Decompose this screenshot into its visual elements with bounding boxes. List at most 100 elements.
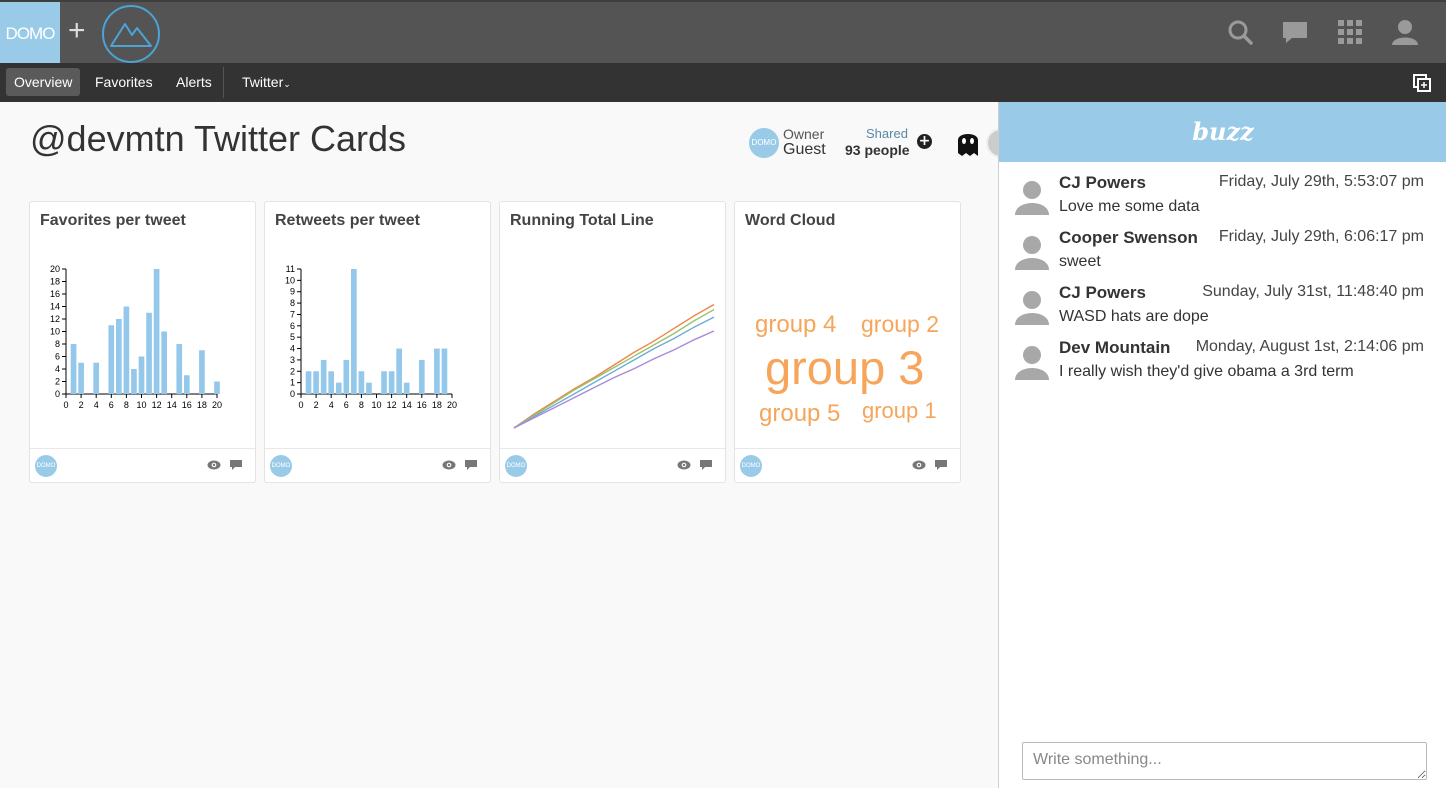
y-tick-label: 14 xyxy=(50,302,60,312)
card-word-cloud[interactable]: Word Cloud group 4 group 2 group 3 group… xyxy=(734,201,961,483)
bar xyxy=(108,325,115,394)
y-tick-label: 16 xyxy=(50,289,60,299)
domo-badge[interactable]: DOMO xyxy=(35,455,57,477)
bar xyxy=(434,348,440,394)
y-tick-label: 20 xyxy=(50,264,60,274)
add-share-button[interactable]: + xyxy=(917,134,932,149)
message-time: Sunday, July 31st, 11:48:40 pm xyxy=(1202,283,1424,300)
y-tick-label: 2 xyxy=(55,377,60,387)
eye-icon[interactable] xyxy=(677,460,691,470)
tab-favorites[interactable]: Favorites xyxy=(87,68,161,96)
y-tick-label: 5 xyxy=(290,332,295,342)
tab-twitter-dropdown[interactable]: Twitter⌄ xyxy=(234,68,299,96)
comment-icon[interactable] xyxy=(934,459,948,471)
y-tick-label: 3 xyxy=(290,355,295,365)
y-tick-label: 11 xyxy=(286,264,295,274)
tab-alerts[interactable]: Alerts xyxy=(168,68,220,96)
message-author[interactable]: CJ Powers xyxy=(1059,283,1146,303)
card-footer: DOMO xyxy=(500,448,725,482)
x-tick-label: 20 xyxy=(447,400,457,410)
nav-bar: Overview Favorites Alerts Twitter⌄ xyxy=(0,63,1446,102)
x-tick-label: 10 xyxy=(371,400,381,410)
x-tick-label: 18 xyxy=(197,400,207,410)
card-title: Favorites per tweet xyxy=(40,212,186,229)
bar xyxy=(335,382,342,394)
card-title: Retweets per tweet xyxy=(275,212,420,229)
bar xyxy=(343,359,350,394)
tab-overview[interactable]: Overview xyxy=(6,68,81,96)
x-tick-label: 14 xyxy=(167,400,177,410)
card-favorites-per-tweet[interactable]: Favorites per tweet 0 2 4 6 8 10 12 14 16 18 20 0 2 4… xyxy=(29,201,256,483)
running-total-line-chart xyxy=(513,303,715,429)
x-tick-label: 10 xyxy=(136,400,146,410)
buzz-message: Dev Mountain Monday, August 1st, 2:14:06… xyxy=(999,330,1446,385)
card-title: Running Total Line xyxy=(510,212,654,229)
copy-window-icon[interactable] xyxy=(1412,73,1432,93)
domo-badge[interactable]: DOMO xyxy=(740,455,762,477)
eye-icon[interactable] xyxy=(207,460,221,470)
buzz-panel: buzz CJ Powers Friday, July 29th, 5:53:0… xyxy=(998,102,1446,788)
message-author[interactable]: Cooper Swenson xyxy=(1059,228,1198,248)
search-icon[interactable] xyxy=(1225,17,1255,47)
bar xyxy=(328,371,335,394)
x-tick-label: 18 xyxy=(432,400,442,410)
y-tick-label: 4 xyxy=(290,344,295,354)
comment-icon[interactable] xyxy=(699,459,713,471)
shared-count[interactable]: 93 people xyxy=(845,142,910,158)
card-retweets-per-tweet[interactable]: Retweets per tweet 0 1 2 3 4 5 6 7 8 9 10 11 0 2 4 6 8 10… xyxy=(264,201,491,483)
user-avatar-icon[interactable] xyxy=(1013,342,1051,380)
card-running-total-line[interactable]: Running Total Line DOMO xyxy=(499,201,726,483)
eye-icon[interactable] xyxy=(912,460,926,470)
x-tick-label: 4 xyxy=(94,400,99,410)
bar xyxy=(418,359,425,394)
chat-icon[interactable] xyxy=(1280,17,1310,47)
y-tick-label: 6 xyxy=(55,352,60,362)
comment-icon[interactable] xyxy=(229,459,243,471)
message-author[interactable]: CJ Powers xyxy=(1059,173,1146,193)
comment-icon[interactable] xyxy=(464,459,478,471)
series-line xyxy=(513,316,715,429)
bar xyxy=(176,344,183,394)
owner-avatar[interactable]: DOMO xyxy=(749,128,779,158)
page-title: @devmtn Twitter Cards xyxy=(30,118,406,159)
y-tick-label: 8 xyxy=(290,298,295,308)
user-avatar-icon[interactable] xyxy=(1013,287,1051,325)
user-icon[interactable] xyxy=(1390,17,1420,47)
message-text: Love me some data xyxy=(1059,198,1200,215)
user-avatar-icon[interactable] xyxy=(1013,177,1051,215)
y-tick-label: 8 xyxy=(55,339,60,349)
bar xyxy=(320,359,327,394)
x-tick-label: 6 xyxy=(344,400,349,410)
apps-grid-icon[interactable] xyxy=(1335,17,1365,47)
card-footer: DOMO xyxy=(30,448,255,482)
domo-badge[interactable]: DOMO xyxy=(505,455,527,477)
buzz-message: CJ Powers Friday, July 29th, 5:53:07 pm … xyxy=(999,165,1446,220)
bar xyxy=(138,356,145,394)
ghost-avatar-icon[interactable] xyxy=(956,128,980,158)
bar xyxy=(131,369,137,394)
x-tick-label: 14 xyxy=(402,400,412,410)
word-cloud-word: group 3 xyxy=(765,341,925,394)
buzz-message-input[interactable] xyxy=(1022,742,1427,780)
user-avatar-icon[interactable] xyxy=(1013,232,1051,270)
chevron-down-icon: ⌄ xyxy=(283,79,291,89)
bar xyxy=(153,269,160,394)
bar xyxy=(93,362,100,394)
message-time: Friday, July 29th, 6:06:17 pm xyxy=(1218,228,1424,245)
bar xyxy=(381,371,387,394)
domo-logo[interactable]: DOMO xyxy=(0,2,60,65)
shared-label: Shared xyxy=(866,126,908,141)
domo-badge[interactable]: DOMO xyxy=(270,455,292,477)
y-tick-label: 0 xyxy=(55,389,60,399)
tab-twitter-label: Twitter xyxy=(242,74,284,90)
word-cloud-word: group 1 xyxy=(862,398,937,423)
message-author[interactable]: Dev Mountain xyxy=(1059,338,1170,358)
y-tick-label: 1 xyxy=(290,378,295,388)
eye-icon[interactable] xyxy=(442,460,456,470)
owner-name[interactable]: Guest xyxy=(783,141,826,159)
x-tick-label: 16 xyxy=(182,400,192,410)
bar xyxy=(403,382,410,394)
y-tick-label: 6 xyxy=(290,321,295,331)
bar xyxy=(313,371,319,394)
devmountain-logo-icon[interactable] xyxy=(101,4,161,64)
